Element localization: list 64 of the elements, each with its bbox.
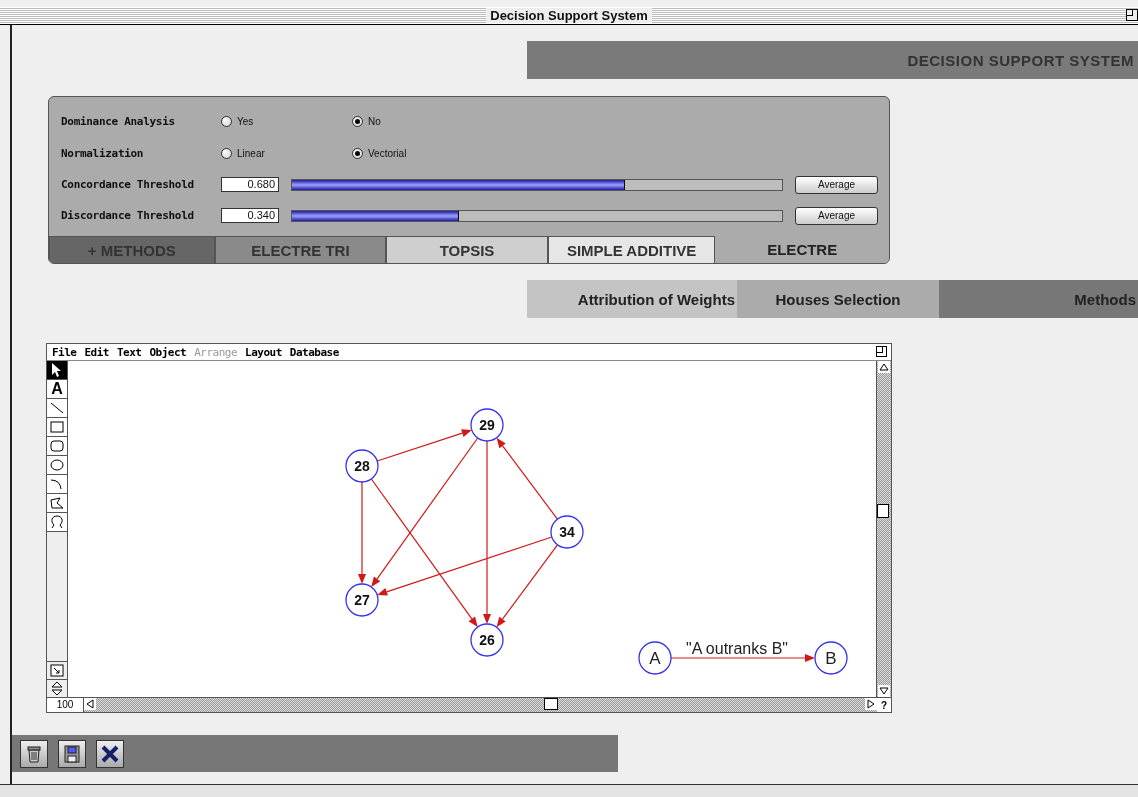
radio-button[interactable] xyxy=(221,147,232,159)
scroll-left-icon[interactable] xyxy=(84,698,96,710)
window-title: Decision Support System xyxy=(486,8,652,23)
graph-node: 28 xyxy=(345,449,380,483)
threshold-slider[interactable] xyxy=(291,209,783,222)
page-icon[interactable] xyxy=(47,661,67,679)
threshold-field[interactable]: 0.340 xyxy=(221,208,279,223)
radio-label[interactable]: Vectorial xyxy=(368,147,407,159)
radio-label[interactable]: Linear xyxy=(237,147,265,159)
nav-tab[interactable]: Attribution of Weights xyxy=(527,280,737,318)
legend-label: "A outranks B" xyxy=(686,640,789,657)
menu-item[interactable]: Object xyxy=(149,345,187,359)
up-down-arrows-icon[interactable] xyxy=(47,679,67,697)
radio-label[interactable]: Yes xyxy=(237,115,254,127)
graph-node: 26 xyxy=(470,623,505,657)
text-tool[interactable]: A xyxy=(47,380,67,399)
arc-tool-icon[interactable] xyxy=(47,475,67,494)
vertical-scrollbar[interactable] xyxy=(876,361,891,697)
threshold-field[interactable]: 0.680 xyxy=(221,177,279,192)
scroll-down-icon[interactable] xyxy=(878,685,891,697)
radio-button[interactable] xyxy=(221,115,232,127)
line-tool-icon[interactable] xyxy=(47,399,67,418)
menu-item[interactable]: Layout xyxy=(245,345,282,359)
trash-can-icon[interactable] xyxy=(20,739,48,768)
legend-node: A xyxy=(638,641,673,675)
menu-item[interactable]: File xyxy=(52,345,77,359)
help-button[interactable]: ? xyxy=(877,699,891,711)
method-tab[interactable]: SIMPLE ADDITIVE xyxy=(547,236,716,263)
legend-node: B xyxy=(814,641,849,675)
option-label: Normalization xyxy=(61,146,145,160)
menu-item[interactable]: Text xyxy=(117,345,142,359)
average-button[interactable]: Average xyxy=(795,206,878,225)
zoom-box-icon[interactable] xyxy=(876,346,887,357)
threshold-label: Discordance Threshold xyxy=(61,209,195,222)
nav-tab[interactable]: Methods xyxy=(939,280,1138,318)
freehand-tool-icon[interactable] xyxy=(47,513,67,532)
scroll-up-icon[interactable] xyxy=(878,361,891,373)
menu-item[interactable]: Edit xyxy=(84,345,109,359)
window-zoom-icon[interactable] xyxy=(1126,9,1138,21)
method-tab[interactable]: TOPSIS xyxy=(386,236,548,263)
graph-node: 27 xyxy=(345,583,380,617)
rect-tool-icon[interactable] xyxy=(47,418,67,437)
pointer-tool-icon[interactable] xyxy=(47,361,67,380)
radio-label[interactable]: No xyxy=(368,115,381,127)
graph-node: 29 xyxy=(470,408,505,442)
threshold-label: Concordance Threshold xyxy=(61,178,195,191)
roundrect-tool-icon[interactable] xyxy=(47,437,67,456)
scroll-right-icon[interactable] xyxy=(865,698,877,710)
scroll-thumb[interactable] xyxy=(877,504,890,518)
graph-node: 34 xyxy=(550,515,585,549)
cross-icon[interactable] xyxy=(96,739,124,768)
polygon-tool-icon[interactable] xyxy=(47,494,67,513)
horizontal-scrollbar[interactable] xyxy=(84,698,877,712)
average-button[interactable]: Average xyxy=(795,175,878,194)
app-header: DECISION SUPPORT SYSTEM xyxy=(527,41,1138,79)
scroll-thumb[interactable] xyxy=(544,698,558,710)
oval-tool-icon[interactable] xyxy=(47,456,67,475)
method-tab[interactable]: ELECTRE TRI xyxy=(214,236,387,263)
option-label: Dominance Analysis xyxy=(61,114,176,128)
nav-tab[interactable]: Houses Selection xyxy=(737,280,939,318)
threshold-slider[interactable] xyxy=(291,178,783,191)
menu-item[interactable]: Database xyxy=(289,345,339,359)
radio-button[interactable] xyxy=(352,147,363,159)
radio-button[interactable] xyxy=(352,115,363,127)
